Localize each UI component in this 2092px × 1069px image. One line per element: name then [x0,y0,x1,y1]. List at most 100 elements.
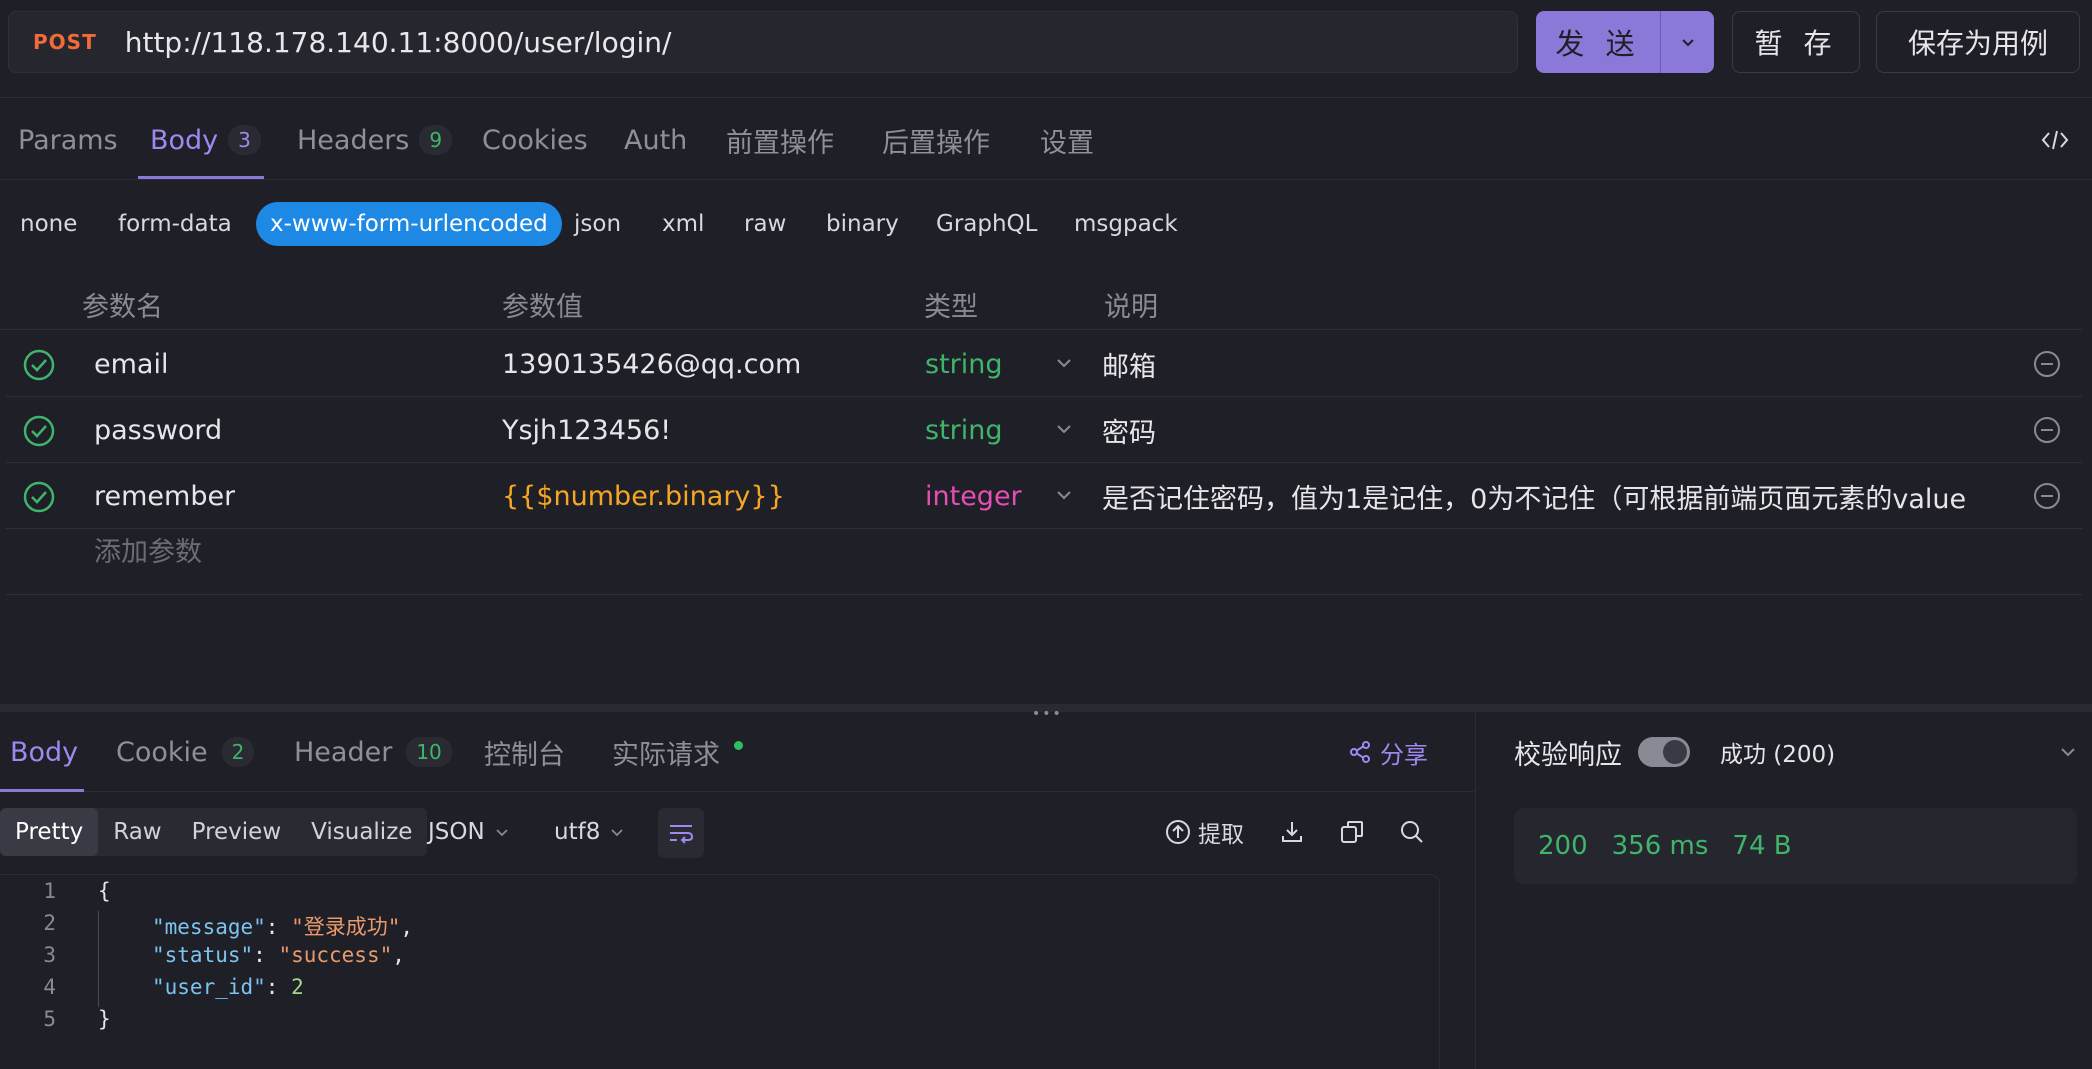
request-bar: POST http://118.178.140.11:8000/user/log… [0,0,2092,98]
tab-count-badge: 10 [406,737,452,767]
send-dropdown[interactable] [1660,11,1714,73]
response-size: 74 B [1732,831,1792,861]
param-name[interactable]: remember [94,463,235,529]
column-header-desc: 说明 [1104,291,1158,323]
view-raw[interactable]: Raw [98,808,176,856]
tab-settings[interactable]: 设置 [1040,100,1094,180]
body-type-none[interactable]: none [20,204,77,244]
tab-label: 前置操作 [726,127,834,159]
body-type-xml[interactable]: xml [662,204,704,244]
param-name[interactable]: email [94,331,168,397]
view-preview[interactable]: Preview [177,808,297,856]
indent-guide [98,911,99,1007]
active-tab-indicator [0,789,84,792]
code-icon [2041,130,2069,150]
view-pretty[interactable]: Pretty [0,808,99,856]
encoding-select[interactable]: utf8 [554,808,626,856]
chevron-down-icon[interactable] [2058,742,2078,762]
view-mode-group: Pretty Raw Preview Visualize [0,808,428,856]
param-type[interactable]: integer [925,463,1022,529]
extract-button[interactable]: 提取 [1164,808,1244,856]
view-visualize[interactable]: Visualize [296,808,427,856]
body-type-binary[interactable]: binary [826,204,899,244]
chevron-down-icon[interactable] [1054,353,1074,373]
tab-pre-actions[interactable]: 前置操作 [726,100,834,180]
tab-auth[interactable]: Auth [624,100,687,180]
check-circle-icon[interactable] [22,348,56,382]
tab-label: Auth [624,124,688,156]
save-button[interactable]: 暂 存 [1732,11,1860,73]
tab-headers[interactable]: Headers 9 [297,100,453,180]
param-type[interactable]: string [925,331,1003,397]
code-view-button[interactable] [2040,100,2070,180]
check-circle-icon[interactable] [22,414,56,448]
wrap-lines-button[interactable] [658,808,704,858]
json-string-value: "登录成功" [291,915,401,939]
add-param-input[interactable]: 添加参数 [94,530,202,569]
tab-cookies[interactable]: Cookies [482,100,588,180]
param-value[interactable]: Ysjh123456! [502,397,671,463]
json-brace: { [98,879,111,903]
send-button-group: 发 送 [1536,11,1714,73]
response-code-view[interactable]: 1 2 3 4 5 { "message": "登录成功", "status":… [0,874,1440,1069]
json-number-value: 2 [291,975,304,999]
encoding-value: utf8 [554,819,601,845]
body-type-raw[interactable]: raw [744,204,786,244]
param-value[interactable]: {{$number.binary}} [502,463,785,529]
send-button[interactable]: 发 送 [1536,11,1660,73]
tab-count-badge: 2 [221,737,255,767]
resp-tab-header[interactable]: Header 10 [294,712,452,792]
param-desc[interactable]: 是否记住密码，值为1是记住，0为不记住（可根据前端页面元素的value [1102,463,2002,529]
chevron-down-icon [611,829,623,837]
param-desc[interactable]: 邮箱 [1102,331,2002,397]
json-key: "user_id" [152,975,266,999]
toggle-knob [1663,740,1687,764]
tab-label: Headers [297,124,410,156]
column-header-name: 参数名 [82,291,163,323]
url-box[interactable]: POST http://118.178.140.11:8000/user/log… [8,11,1518,73]
json-separator: , [400,915,414,939]
share-button[interactable]: 分享 [1348,712,1428,792]
param-name[interactable]: password [94,397,222,463]
param-value[interactable]: 1390135426@qq.com [502,331,801,397]
url-input[interactable]: http://118.178.140.11:8000/user/login/ [125,26,672,59]
resp-tab-body[interactable]: Body [10,712,78,792]
line-number: 4 [43,975,56,999]
tab-label: 后置操作 [882,127,990,159]
tab-label: Body [150,124,219,156]
body-type-graphql[interactable]: GraphQL [936,204,1037,244]
resp-tab-cookie[interactable]: Cookie 2 [116,712,255,792]
tab-params[interactable]: Params [18,100,118,180]
body-type-form-data[interactable]: form-data [118,204,232,244]
line-number: 5 [43,1007,56,1031]
body-type-x-www-form-urlencoded[interactable]: x-www-form-urlencoded [256,202,562,246]
download-button[interactable] [1278,808,1306,856]
resp-tab-actual-request[interactable]: 实际请求 [612,712,743,792]
remove-circle-icon[interactable] [2032,481,2062,511]
chevron-down-icon[interactable] [1054,419,1074,439]
format-select[interactable]: JSON [428,808,511,856]
body-type-msgpack[interactable]: msgpack [1074,204,1178,244]
format-value: JSON [428,819,485,845]
validate-response-toggle[interactable] [1638,737,1690,767]
method-selector[interactable]: POST [33,30,97,54]
tab-post-actions[interactable]: 后置操作 [882,100,990,180]
param-desc[interactable]: 密码 [1102,397,2002,463]
param-type[interactable]: string [925,397,1003,463]
tab-label: Params [18,124,118,156]
response-panel: Body Cookie 2 Header 10 控制台 实际请求 分享 Pretty… [0,712,1474,1069]
tab-label: Cookies [482,124,588,156]
copy-button[interactable] [1338,808,1366,856]
check-circle-icon[interactable] [22,480,56,514]
search-button[interactable] [1398,808,1426,856]
json-string-value: "success" [278,943,393,967]
body-type-json[interactable]: json [574,204,621,244]
resp-tab-console[interactable]: 控制台 [484,712,565,792]
params-table-header: 参数名 参数值 类型 说明 [0,278,2082,330]
save-as-case-button[interactable]: 保存为用例 [1876,11,2080,73]
chevron-down-icon[interactable] [1054,485,1074,505]
status-code: 200 [1538,831,1588,861]
remove-circle-icon[interactable] [2032,415,2062,445]
tab-body[interactable]: Body 3 [150,100,261,180]
remove-circle-icon[interactable] [2032,349,2062,379]
